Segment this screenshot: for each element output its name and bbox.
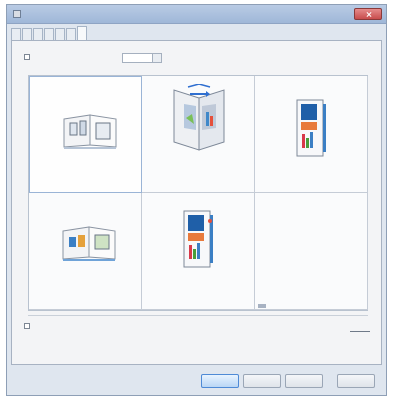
preset-tile-4[interactable]: [29, 193, 142, 310]
tab-1[interactable]: [11, 28, 21, 40]
apply-button[interactable]: [285, 374, 323, 388]
preset-tile-2[interactable]: [142, 76, 255, 193]
divider: [28, 315, 368, 316]
preset-tile-5[interactable]: [142, 193, 255, 310]
preset-tile-3[interactable]: [255, 76, 368, 193]
close-button[interactable]: [354, 8, 382, 20]
grid-scroll-indicator[interactable]: [258, 304, 266, 308]
booklet-two-up-icon: [63, 114, 117, 149]
booklet-single-icon: [296, 99, 326, 157]
open-book-icon: [173, 84, 225, 151]
tab-panel: [11, 40, 382, 365]
printer-preferences-window: [6, 4, 387, 396]
top-checkbox[interactable]: [24, 54, 30, 60]
spin-arrow-icon[interactable]: [152, 54, 161, 62]
booklet-two-up-icon: [62, 226, 116, 261]
more-button[interactable]: [350, 321, 370, 332]
preset-tile-1[interactable]: [29, 76, 142, 193]
preset-grid: [28, 75, 368, 311]
tab-4[interactable]: [44, 28, 54, 40]
tab-2[interactable]: [22, 28, 32, 40]
ok-button[interactable]: [201, 374, 239, 388]
printer-icon: [13, 10, 21, 18]
bottom-checkbox[interactable]: [24, 323, 30, 329]
title-bar: [7, 5, 386, 24]
tab-5[interactable]: [55, 28, 65, 40]
spin-field[interactable]: [122, 53, 162, 63]
help-button[interactable]: [337, 374, 375, 388]
tab-3[interactable]: [33, 28, 43, 40]
tab-6[interactable]: [66, 28, 76, 40]
preset-tile-6[interactable]: [255, 193, 368, 310]
cancel-button[interactable]: [243, 374, 281, 388]
booklet-single-icon: [183, 210, 213, 268]
tab-7[interactable]: [77, 26, 87, 40]
